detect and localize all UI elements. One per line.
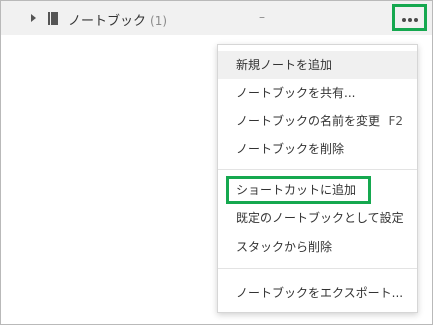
more-dot	[402, 18, 406, 22]
menu-item-share-notebook[interactable]: ノートブックを共有...	[218, 79, 417, 107]
more-options-button[interactable]	[392, 4, 427, 31]
caret-right-icon[interactable]	[31, 14, 36, 22]
notebook-title[interactable]: ノートブック (1)	[68, 10, 167, 29]
menu-item-add-note[interactable]: 新規ノートを追加	[218, 51, 417, 79]
menu-divider	[218, 268, 417, 269]
menu-divider	[218, 169, 417, 170]
notebook-note-count: (1)	[150, 14, 168, 28]
menu-item-rename-notebook[interactable]: ノートブックの名前を変更 F2	[218, 107, 417, 135]
menu-item-delete-notebook[interactable]: ノートブックを削除	[218, 135, 417, 163]
notebook-icon	[48, 12, 58, 25]
more-dot	[408, 18, 412, 22]
more-dot	[414, 18, 418, 22]
rename-shortcut: F2	[388, 114, 403, 128]
menu-item-export-notebook[interactable]: ノートブックをエクスポート...	[218, 279, 417, 307]
menu-item-remove-from-stack[interactable]: スタックから削除	[218, 233, 417, 261]
menu-item-add-shortcut[interactable]: ショートカットに追加	[218, 176, 417, 204]
notebook-updated: –	[259, 10, 265, 24]
menu-item-set-default[interactable]: 既定のノートブックとして設定	[218, 204, 417, 232]
notebook-context-menu: 新規ノートを追加 ノートブックを共有... ノートブックの名前を変更 F2 ノー…	[217, 44, 418, 313]
notebook-row[interactable]: ノートブック (1) –	[1, 1, 432, 35]
notebook-name: ノートブック	[68, 14, 147, 29]
